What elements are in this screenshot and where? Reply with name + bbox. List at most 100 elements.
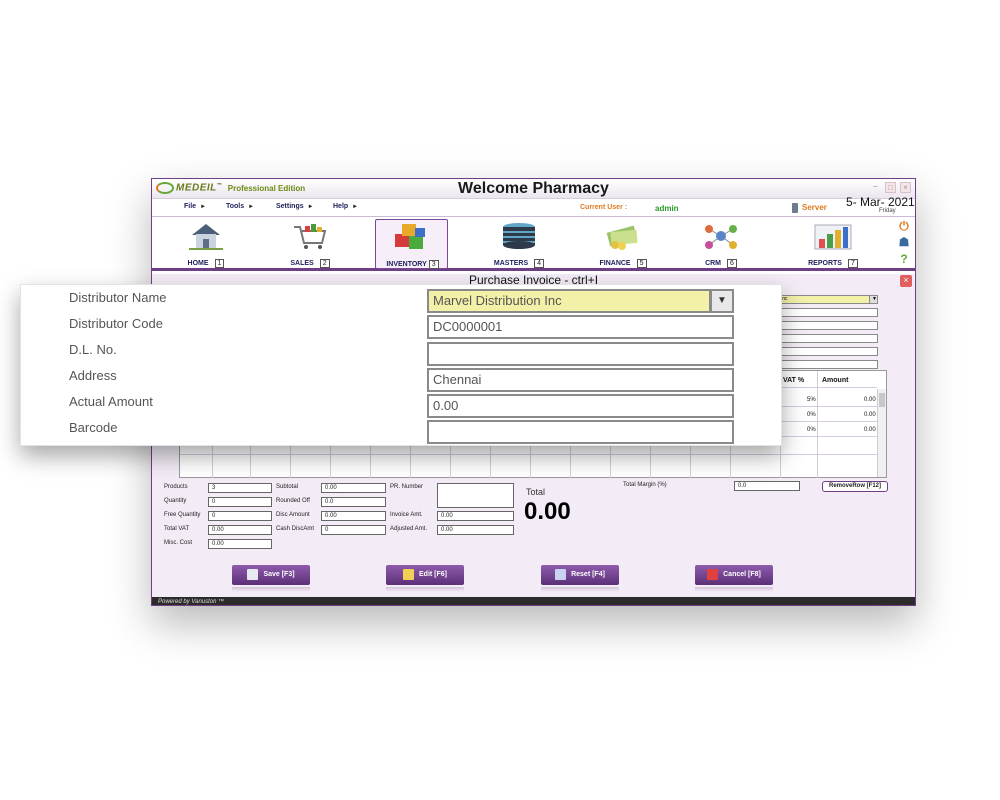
quantity-field[interactable]: 0: [208, 497, 272, 507]
distributor-name-field-small[interactable]: rn Inc: [772, 295, 870, 304]
home-icon: [189, 224, 223, 250]
menu-help[interactable]: Help ►: [333, 203, 358, 210]
distributor-code-field[interactable]: DC0000001: [427, 315, 734, 339]
toolbar-home[interactable]: HOME 1: [171, 219, 241, 269]
address-field[interactable]: Chennai: [427, 368, 734, 392]
save-button[interactable]: Save [F3]: [232, 565, 310, 585]
products-label: Products: [164, 484, 188, 490]
toolbar-reports-label: REPORTS: [808, 260, 842, 267]
invoice-amt-field[interactable]: 0.00: [437, 511, 514, 521]
toolbar-masters[interactable]: MASTERS 4: [484, 219, 554, 269]
total-vat-field[interactable]: 0.00: [208, 525, 272, 535]
close-icon: ×: [903, 183, 908, 192]
toolbar-crm-label: CRM: [705, 260, 722, 267]
actual-amount-label: Actual Amount: [69, 394, 153, 409]
status-footer: Powered by Vanuston ™: [152, 597, 915, 605]
server-status[interactable]: Server: [792, 203, 827, 213]
current-day: Friday: [879, 208, 896, 214]
toolbar-sales[interactable]: SALES 2: [275, 219, 345, 269]
actual-amount-field-small[interactable]: [772, 347, 878, 356]
toolbar-crm[interactable]: CRM 6: [686, 219, 756, 269]
distributor-name-label: Distributor Name: [69, 290, 167, 305]
misc-cost-field[interactable]: 0.00: [208, 539, 272, 549]
close-icon: ×: [903, 275, 909, 285]
close-button[interactable]: ×: [900, 182, 911, 193]
remove-row-button[interactable]: RemoveRow [F12]: [822, 481, 888, 492]
dl-number-field-small[interactable]: [772, 321, 878, 330]
grid-col-line: [650, 443, 651, 478]
actual-amount-field[interactable]: 0.00: [427, 394, 734, 418]
toolbar-reports[interactable]: REPORTS 7: [798, 219, 868, 269]
toolbar-inventory[interactable]: INVENTORY 3: [375, 219, 448, 269]
subtotal-field[interactable]: 0.00: [321, 483, 386, 493]
toolbar-finance-key: 5: [636, 259, 647, 268]
edit-button[interactable]: Edit [F6]: [386, 565, 464, 585]
toolbar-masters-label: MASTERS: [493, 260, 529, 267]
adjusted-amt-field[interactable]: 0.00: [437, 525, 514, 535]
grid-col-line: [530, 443, 531, 478]
cash-disc-label: Cash DiscAmt: [276, 526, 315, 532]
free-quantity-field[interactable]: 0: [208, 511, 272, 521]
grid-scrollbar[interactable]: [877, 389, 886, 477]
title-bar: MEDEIL™ Professional Edition Welcome Phar…: [152, 179, 915, 199]
grid-col-line: [450, 443, 451, 478]
menu-file[interactable]: File ►: [184, 203, 206, 210]
grid-col-line: [330, 443, 331, 478]
distributor-code-label: Distributor Code: [69, 316, 163, 331]
chart-icon: [814, 224, 852, 250]
cash-disc-field[interactable]: 0: [321, 525, 386, 535]
save-button-label: Save [F3]: [263, 571, 295, 578]
dropdown-arrow-icon[interactable]: ▼: [869, 295, 878, 304]
rounded-off-field[interactable]: 0.0: [321, 497, 386, 507]
power-icon[interactable]: ⏻: [896, 219, 912, 234]
pr-number-field[interactable]: [437, 483, 514, 508]
distributor-code-field-small[interactable]: [772, 308, 878, 317]
current-user-label: Current User :: [580, 204, 628, 211]
grid-col-line: [290, 443, 291, 478]
server-icon: [792, 203, 798, 213]
menu-settings[interactable]: Settings ►: [276, 203, 314, 210]
minimize-button[interactable]: –: [870, 182, 881, 193]
misc-cost-label: Misc. Cost: [164, 540, 193, 546]
toolbar-finance[interactable]: FINANCE 5: [588, 219, 658, 269]
button-reflection: [386, 587, 464, 592]
current-user-value: admin: [655, 204, 679, 213]
disc-amount-field[interactable]: 0.00: [321, 511, 386, 521]
cancel-button-label: Cancel [F8]: [723, 571, 761, 578]
products-field[interactable]: 3: [208, 483, 272, 493]
distributor-name-field[interactable]: Marvel Distribution Inc: [427, 289, 711, 313]
main-toolbar: HOME 1 SALES 2 INVENTORY 3 MASTERS 4 FIN…: [152, 217, 915, 271]
reset-icon: [555, 568, 567, 580]
col-header-amount: Amount: [822, 377, 849, 384]
toolbar-inventory-key: 3: [428, 260, 439, 269]
menu-tools[interactable]: Tools ►: [226, 203, 254, 210]
user-icon[interactable]: ☗: [896, 235, 912, 249]
barcode-field[interactable]: [427, 420, 734, 444]
money-icon: [606, 225, 638, 250]
cancel-button[interactable]: Cancel [F8]: [695, 565, 773, 585]
free-quantity-label: Free Quantity: [164, 512, 201, 518]
toolbar-finance-label: FINANCE: [599, 260, 631, 267]
submenu-arrow-icon: ►: [307, 204, 314, 210]
distributor-dropdown-button[interactable]: ▼: [710, 289, 734, 313]
menu-tools-label: Tools: [226, 203, 245, 210]
reset-button-label: Reset [F4]: [571, 571, 605, 578]
subtotal-label: Subtotal: [276, 484, 299, 490]
reset-button[interactable]: Reset [F4]: [541, 565, 619, 585]
grid-row-line: [780, 436, 877, 437]
button-reflection: [232, 587, 310, 592]
grid-col-line: [730, 443, 731, 478]
total-margin-field[interactable]: 0.0: [734, 481, 800, 491]
form-close-button[interactable]: ×: [900, 275, 912, 287]
help-icon[interactable]: ?: [896, 252, 912, 266]
row3-vat: 0%: [807, 427, 816, 433]
submenu-arrow-icon: ►: [352, 204, 359, 210]
invoice-amt-label: Invoice Amt.: [390, 512, 423, 518]
dl-number-field[interactable]: [427, 342, 734, 366]
maximize-button[interactable]: □: [885, 182, 896, 193]
powered-by-label: Powered by Vanuston ™: [158, 599, 225, 605]
scroll-thumb[interactable]: [879, 393, 885, 407]
row2-vat: 0%: [807, 412, 816, 418]
barcode-field-small[interactable]: [772, 360, 878, 369]
address-field-small[interactable]: [772, 334, 878, 343]
